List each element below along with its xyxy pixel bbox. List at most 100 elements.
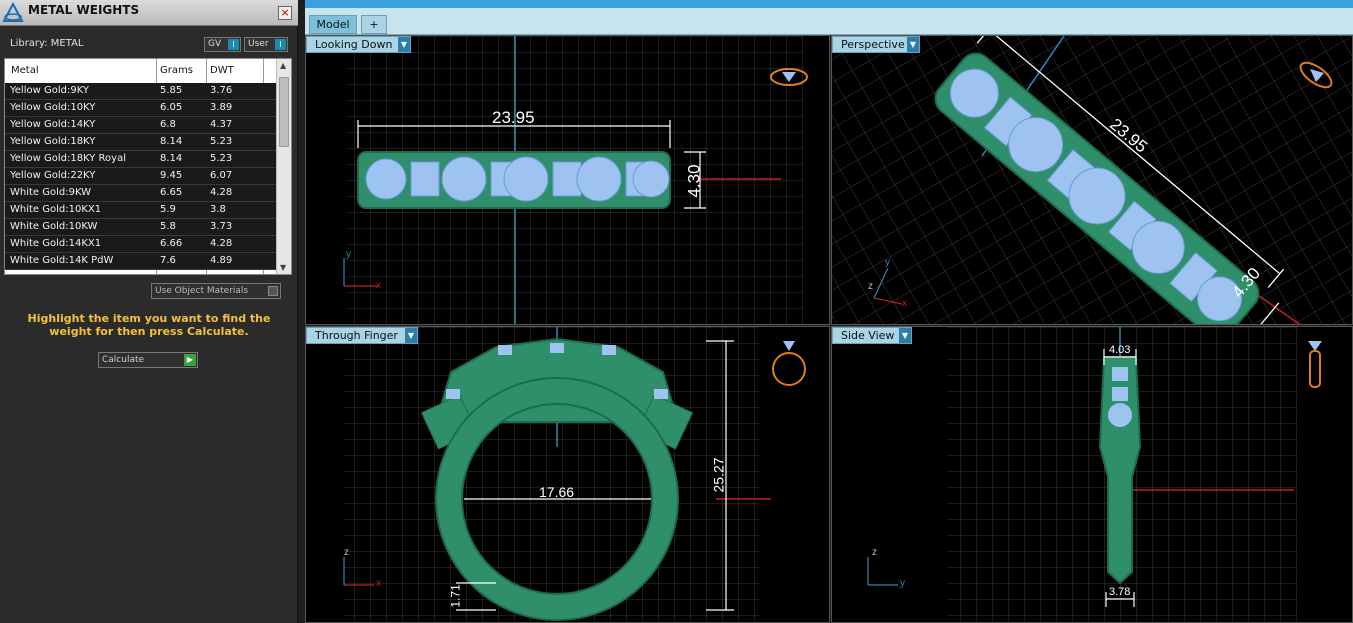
axis-y-label: y	[885, 257, 890, 268]
axis-y-label: y	[900, 578, 905, 589]
metal-cell: Yellow Gold:9KY	[10, 85, 89, 96]
through-finger-label: Through Finger	[315, 329, 398, 342]
axis-z-label: z	[344, 547, 349, 558]
viewport-label-through-finger[interactable]: Through Finger ▼	[306, 327, 418, 344]
dwt-cell: 4.28	[210, 238, 233, 249]
table-row[interactable]: Yellow Gold:14KY 6.8 4.37	[5, 117, 277, 134]
grams-cell: 6.65	[160, 187, 183, 198]
user-toggle[interactable]: User I	[244, 37, 288, 52]
dwt-cell: 3.73	[210, 221, 233, 232]
dimension-top-width: 4.03	[1109, 344, 1131, 356]
dimension-length: 23.95	[492, 108, 535, 127]
header-metal[interactable]: Metal	[11, 65, 39, 76]
user-indicator: I	[275, 39, 286, 50]
calculate-label: Calculate	[102, 355, 145, 365]
perspective-canvas	[832, 36, 1352, 324]
user-toggle-label: User	[248, 39, 269, 49]
dimension-shank: 1.71	[448, 584, 463, 608]
metal-cell: Yellow Gold:22KY	[10, 170, 96, 181]
panel-title-bar: METAL WEIGHTS ×	[0, 0, 298, 26]
metal-table: Metal Grams DWT Yellow Gold:9KY 5.85 3.76 Y…	[4, 58, 292, 275]
metal-cell: White Gold:9KW	[10, 187, 92, 198]
grams-cell: 5.85	[160, 85, 183, 96]
axis-z-label: z	[868, 281, 873, 292]
panel-title: METAL WEIGHTS	[28, 3, 140, 17]
calculate-button[interactable]: Calculate ▶	[98, 352, 198, 368]
viewport-label-side-view[interactable]: Side View ▼	[832, 327, 912, 344]
grams-cell: 6.8	[160, 119, 176, 130]
axis-x-label: x	[376, 578, 381, 589]
scroll-thumb[interactable]	[279, 77, 289, 147]
metal-cell: Yellow Gold:18KY Royal	[10, 153, 126, 164]
dwt-cell: 3.76	[210, 85, 233, 96]
command-bar[interactable]	[305, 0, 1353, 8]
metal-cell: Yellow Gold:14KY	[10, 119, 96, 130]
gv-toggle[interactable]: GV I	[204, 37, 241, 52]
table-row[interactable]: White Gold:10KW 5.8 3.73	[5, 219, 277, 236]
table-row[interactable]: Yellow Gold:18KY 8.14 5.23	[5, 134, 277, 151]
dimension-bottom-width: 3.78	[1109, 586, 1131, 598]
table-row[interactable]: White Gold:9KW 6.65 4.28	[5, 185, 277, 202]
viewport-side-view[interactable]: Side View ▼ 4.03 3.78 z y	[831, 326, 1353, 623]
grams-cell: 6.66	[160, 238, 183, 249]
use-object-materials-checkbox[interactable]: Use Object Materials	[151, 283, 281, 299]
metal-cell: White Gold:10KX1	[10, 204, 102, 215]
chevron-down-icon[interactable]: ▼	[405, 328, 417, 343]
add-tab-button[interactable]: +	[361, 15, 387, 34]
metal-weights-panel: METAL WEIGHTS × Library: METAL GV I User…	[0, 0, 298, 623]
dwt-cell: 5.23	[210, 136, 233, 147]
dwt-cell: 3.89	[210, 102, 233, 113]
header-grams[interactable]: Grams	[160, 65, 193, 76]
looking-down-label: Looking Down	[315, 38, 393, 51]
grams-cell: 9.45	[160, 170, 183, 181]
table-row[interactable]: Yellow Gold:22KY 9.45 6.07	[5, 168, 277, 185]
table-header: Metal Grams DWT	[5, 59, 277, 83]
viewport-looking-down[interactable]: Looking Down ▼ 23.95 4.30 y x	[305, 35, 830, 325]
table-body: Yellow Gold:9KY 5.85 3.76 Yellow Gold:10KY 6…	[5, 83, 277, 270]
gv-indicator: I	[228, 39, 239, 50]
header-dwt[interactable]: DWT	[210, 65, 234, 76]
dwt-cell: 4.37	[210, 119, 233, 130]
dwt-cell: 5.23	[210, 153, 233, 164]
side-view-canvas	[867, 327, 1322, 622]
viewport-through-finger[interactable]: Through Finger ▼ 17.66 25.27 1.71 z x	[305, 326, 830, 623]
grams-cell: 8.14	[160, 153, 183, 164]
table-row[interactable]: White Gold:10KX1 5.9 3.8	[5, 202, 277, 219]
app-logo-icon	[2, 2, 24, 22]
checkbox-box[interactable]	[268, 286, 278, 296]
metal-cell: White Gold:14KX1	[10, 238, 102, 249]
chevron-down-icon[interactable]: ▼	[398, 37, 410, 52]
grams-cell: 6.05	[160, 102, 183, 113]
viewport-label-perspective[interactable]: Perspective ▼	[832, 36, 920, 53]
axis-y-label: y	[346, 249, 351, 260]
document-tabstrip: Model +	[305, 8, 1353, 35]
grams-cell: 8.14	[160, 136, 183, 147]
app-window: METAL WEIGHTS × Library: METAL GV I User…	[0, 0, 1353, 623]
table-scrollbar[interactable]: ▲ ▼	[276, 59, 291, 274]
use-object-materials-label: Use Object Materials	[155, 286, 249, 296]
axis-x-label: x	[902, 298, 907, 309]
chevron-down-icon[interactable]: ▼	[899, 328, 911, 343]
tab-model[interactable]: Model	[309, 15, 357, 34]
dimension-height: 25.27	[710, 457, 727, 493]
table-row[interactable]: White Gold:14K PdW 7.6 4.89	[5, 253, 277, 270]
scroll-down-icon[interactable]: ▼	[280, 263, 286, 272]
through-finger-canvas	[343, 327, 806, 622]
chevron-down-icon[interactable]: ▼	[907, 37, 919, 52]
play-icon: ▶	[184, 354, 196, 366]
dwt-cell: 4.28	[210, 187, 233, 198]
gv-toggle-label: GV	[208, 39, 222, 49]
table-row[interactable]: White Gold:14KX1 6.66 4.28	[5, 236, 277, 253]
viewport-label-looking-down[interactable]: Looking Down ▼	[306, 36, 411, 53]
table-row[interactable]: Yellow Gold:18KY Royal 8.14 5.23	[5, 151, 277, 168]
viewport-perspective[interactable]: Perspective ▼ 23.95 4.30 y x z	[831, 35, 1353, 325]
dimension-width: 4.30	[684, 164, 704, 198]
dwt-cell: 3.8	[210, 204, 226, 215]
table-row[interactable]: Yellow Gold:10KY 6.05 3.89	[5, 100, 277, 117]
axis-z-label: z	[872, 547, 877, 558]
scroll-up-icon[interactable]: ▲	[280, 61, 286, 70]
metal-cell: White Gold:14K PdW	[10, 255, 114, 266]
table-row[interactable]: Yellow Gold:9KY 5.85 3.76	[5, 83, 277, 100]
dwt-cell: 4.89	[210, 255, 233, 266]
close-button[interactable]: ×	[278, 6, 292, 20]
